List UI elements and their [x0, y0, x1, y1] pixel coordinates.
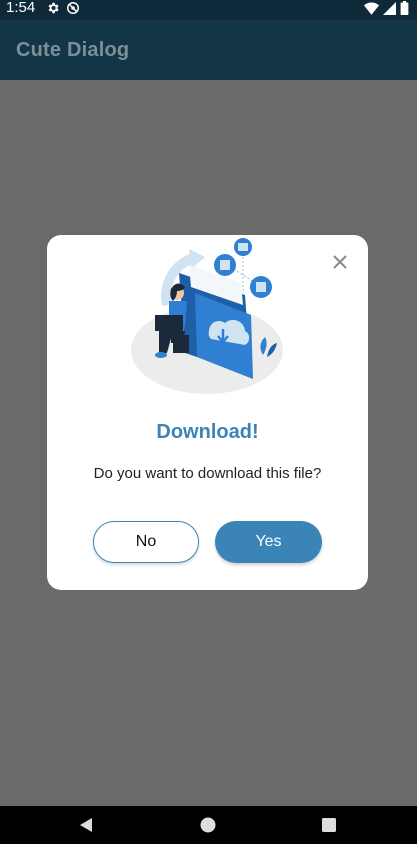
back-icon[interactable] — [78, 817, 94, 833]
download-dialog: Download! Do you want to download this f… — [47, 235, 368, 590]
home-icon[interactable] — [200, 817, 216, 833]
status-bar: 1:54 — [0, 0, 417, 20]
yes-button[interactable]: Yes — [215, 521, 322, 563]
battery-icon — [400, 1, 409, 15]
app-title: Cute Dialog — [16, 39, 130, 61]
status-time: 1:54 — [6, 0, 36, 16]
status-left-icons — [46, 0, 80, 16]
download-file-illustration — [131, 238, 283, 394]
no-button[interactable]: No — [93, 521, 199, 563]
status-right-icons — [364, 0, 409, 16]
close-button[interactable] — [329, 251, 351, 273]
gear-icon — [48, 2, 59, 14]
recents-icon[interactable] — [321, 817, 337, 833]
cell-signal-icon — [383, 1, 396, 15]
dialog-message: Do you want to download this file? — [93, 465, 322, 482]
dialog-title: Download! — [156, 421, 259, 443]
wifi-icon — [364, 2, 379, 15]
navigation-bar — [0, 806, 417, 844]
sync-blocked-icon — [67, 2, 79, 14]
close-icon — [333, 255, 347, 269]
app-bar: Cute Dialog — [0, 20, 417, 80]
